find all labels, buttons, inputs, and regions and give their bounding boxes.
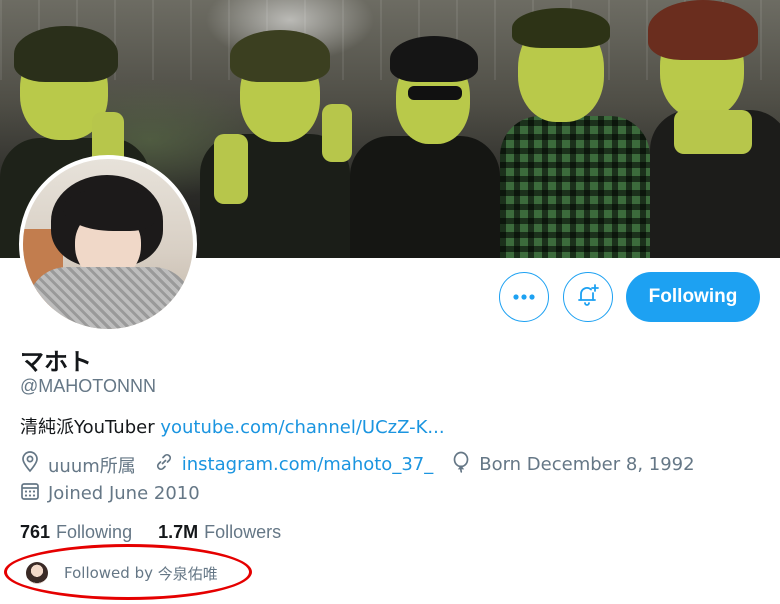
calendar-icon (20, 481, 48, 506)
banner-person-3 (350, 36, 500, 258)
following-label: Following (56, 522, 133, 542)
banner-person-5 (630, 0, 780, 258)
banner-person-2 (200, 24, 352, 258)
user-handle: @MAHOTONNN (20, 376, 156, 396)
profile-meta: uuum所属 instagram.com/mahoto_37_ Born Dec… (20, 451, 713, 478)
display-name: マホト (20, 348, 92, 376)
bell-plus-icon (574, 281, 602, 314)
birthday-text: Born December 8, 1992 (479, 454, 695, 475)
location-icon (20, 451, 48, 478)
following-button[interactable]: Following (626, 272, 760, 322)
banner-person-4 (500, 8, 650, 258)
balloon-icon (451, 451, 479, 478)
follow-stats: 761 Following 1.7M Followers (20, 522, 307, 543)
location-text: uuum所属 (48, 455, 136, 477)
joined-item: Joined June 2010 (20, 481, 200, 506)
joined-row: Joined June 2010 (20, 481, 218, 506)
followers-label: Followers (204, 522, 282, 542)
more-button[interactable] (499, 272, 549, 322)
followers-count: 1.7M (158, 522, 199, 542)
location-item: uuum所属 (20, 451, 136, 478)
birthday-item: Born December 8, 1992 (451, 451, 695, 478)
link-icon (154, 452, 182, 477)
website-item: instagram.com/mahoto_37_ (154, 452, 433, 477)
joined-text: Joined June 2010 (48, 483, 200, 504)
website-link[interactable]: instagram.com/mahoto_37_ (182, 454, 433, 475)
notifications-button[interactable] (563, 272, 613, 322)
more-icon (512, 288, 536, 306)
bio-link[interactable]: youtube.com/channel/UCzZ-K... (160, 417, 444, 438)
profile-bio: 清純派YouTuber youtube.com/channel/UCzZ-K..… (20, 413, 445, 439)
annotation-circle (4, 544, 252, 600)
bio-text: 清純派YouTuber (20, 417, 161, 438)
following-count: 761 (20, 522, 51, 542)
followers-stat[interactable]: 1.7M Followers (158, 522, 281, 543)
profile-avatar[interactable] (19, 155, 197, 333)
following-stat[interactable]: 761 Following (20, 522, 132, 543)
